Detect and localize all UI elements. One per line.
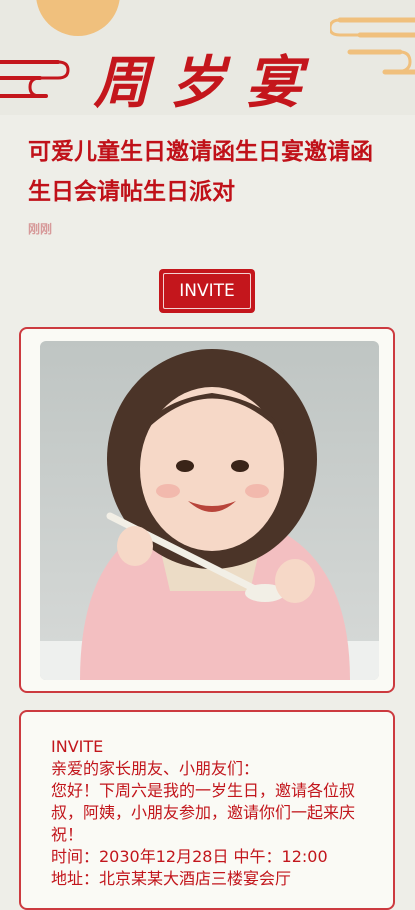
sun-decoration — [36, 0, 120, 36]
invitation-message: 您好！下周六是我的一岁生日，邀请各位叔叔，阿姨，小朋友参加，邀请你们一起来庆祝！ — [51, 781, 356, 844]
invite-badge-label: INVITE — [179, 281, 235, 301]
photo-card — [19, 327, 395, 693]
invite-badge: INVITE — [159, 269, 255, 313]
invitation-greeting: 亲爱的家长朋友、小朋友们： — [51, 759, 260, 778]
article-title: 可爱儿童生日邀请函生日宴邀请函生日会请帖生日派对 — [28, 139, 373, 205]
invitation-address: 地址：北京某某大酒店三楼宴会厅 — [51, 869, 292, 888]
invitation-card: INVITE 亲爱的家长朋友、小朋友们： 您好！下周六是我的一岁生日，邀请各位叔… — [19, 710, 395, 910]
invitation-text: INVITE 亲爱的家长朋友、小朋友们： 您好！下周六是我的一岁生日，邀请各位叔… — [51, 736, 381, 890]
child-photo — [40, 341, 379, 680]
invitation-time: 时间：2030年12月28日 中午：12:00 — [51, 847, 328, 866]
publish-time: 刚刚 — [28, 222, 53, 236]
invitation-heading: INVITE — [51, 737, 104, 756]
child-photo-illustration — [40, 349, 379, 680]
brand-title: 周岁宴 — [93, 50, 322, 115]
header-banner: 周岁宴 — [0, 0, 415, 115]
